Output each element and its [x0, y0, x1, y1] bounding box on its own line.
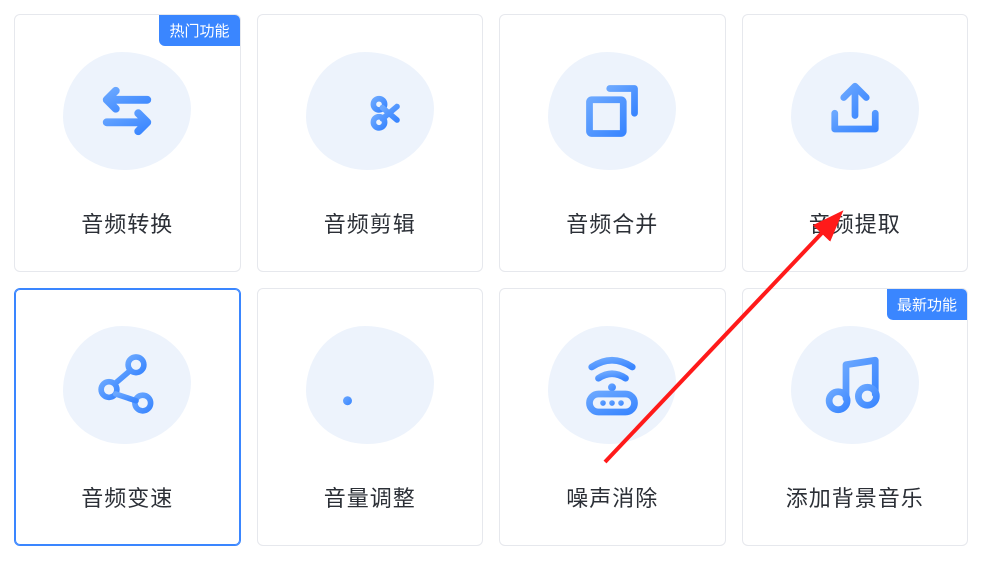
copy-square-icon: [548, 47, 676, 175]
upload-icon: [791, 47, 919, 175]
music-note-icon: [791, 321, 919, 449]
card-label: 音频转换: [81, 207, 173, 239]
card-audio-extract[interactable]: 音频提取: [742, 14, 969, 272]
badge-hot: 热门功能: [159, 15, 239, 46]
wifi-device-icon: [548, 321, 676, 449]
badge-new: 最新功能: [887, 289, 967, 320]
card-label: 音频提取: [809, 207, 901, 239]
card-label: 噪声消除: [566, 481, 658, 513]
card-audio-convert[interactable]: 热门功能 音频转换: [14, 14, 241, 272]
share-nodes-icon: [63, 321, 191, 449]
card-label: 音量调整: [324, 481, 416, 513]
scissors-list-icon: [306, 47, 434, 175]
card-label: 音频变速: [81, 481, 173, 513]
card-label: 添加背景音乐: [786, 481, 924, 513]
card-audio-edit[interactable]: 音频剪辑: [257, 14, 484, 272]
card-audio-speed[interactable]: 音频变速: [14, 288, 241, 546]
card-label: 音频剪辑: [324, 207, 416, 239]
arrows-swap-icon: [63, 47, 191, 175]
feature-grid: 热门功能 音频转换: [14, 14, 968, 546]
card-label: 音频合并: [566, 207, 658, 239]
card-audio-merge[interactable]: 音频合并: [499, 14, 726, 272]
card-volume-adjust[interactable]: 音量调整: [257, 288, 484, 546]
bars-signal-icon: [306, 321, 434, 449]
card-add-bgm[interactable]: 最新功能 添加背景音乐: [742, 288, 969, 546]
card-noise-remove[interactable]: 噪声消除: [499, 288, 726, 546]
